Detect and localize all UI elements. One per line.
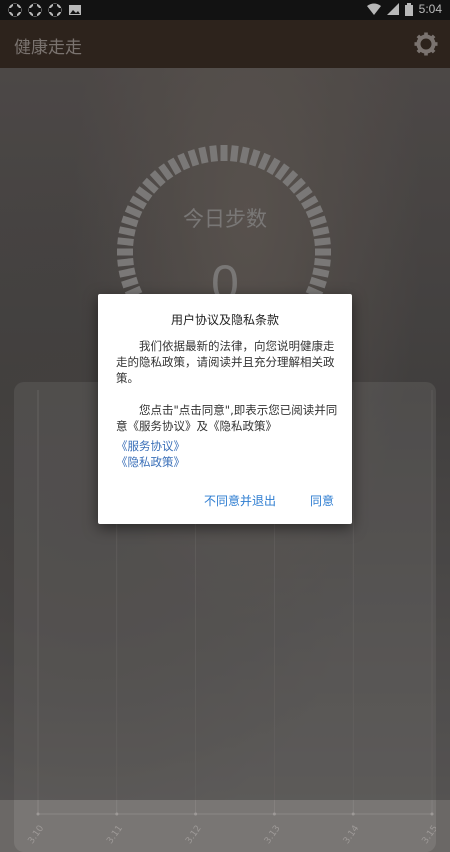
x-tick-label: 3.12 — [184, 824, 204, 846]
privacy-dialog: 用户协议及隐私条款 我们依据最新的法律，向您说明健康走走的隐私政策，请阅读并且充… — [98, 294, 352, 524]
decline-exit-button[interactable]: 不同意并退出 — [204, 492, 276, 509]
x-tick-label: 3.13 — [263, 824, 283, 846]
dialog-paragraph: 我们依据最新的法律，向您说明健康走走的隐私政策，请阅读并且充分理解相关政策。 — [116, 339, 335, 385]
x-tick-label: 3.10 — [27, 824, 47, 846]
x-tick-label: 3.15 — [421, 824, 436, 846]
privacy-policy-link[interactable]: 《隐私政策》 — [116, 454, 185, 470]
dialog-actions: 不同意并退出 同意 — [204, 492, 334, 509]
dialog-title: 用户协议及隐私条款 — [170, 313, 279, 327]
data-point — [194, 812, 198, 816]
service-agreement-link[interactable]: 《服务协议》 — [116, 438, 185, 454]
policy-links: 《服务协议》 《隐私政策》 — [116, 438, 185, 470]
data-point — [36, 812, 40, 816]
data-point — [272, 812, 276, 816]
data-point — [351, 812, 355, 816]
x-tick-label: 3.11 — [105, 824, 125, 846]
x-tick-label: 3.14 — [342, 824, 362, 846]
dialog-body: 我们依据最新的法律，向您说明健康走走的隐私政策，请阅读并且充分理解相关政策。 您… — [116, 338, 338, 434]
data-point — [115, 812, 119, 816]
dialog-paragraph: 您点击"点击同意",即表示您已阅读并同意《服务协议》及《隐私政策》 — [116, 403, 338, 433]
data-point — [430, 812, 434, 816]
agree-button[interactable]: 同意 — [310, 492, 334, 509]
